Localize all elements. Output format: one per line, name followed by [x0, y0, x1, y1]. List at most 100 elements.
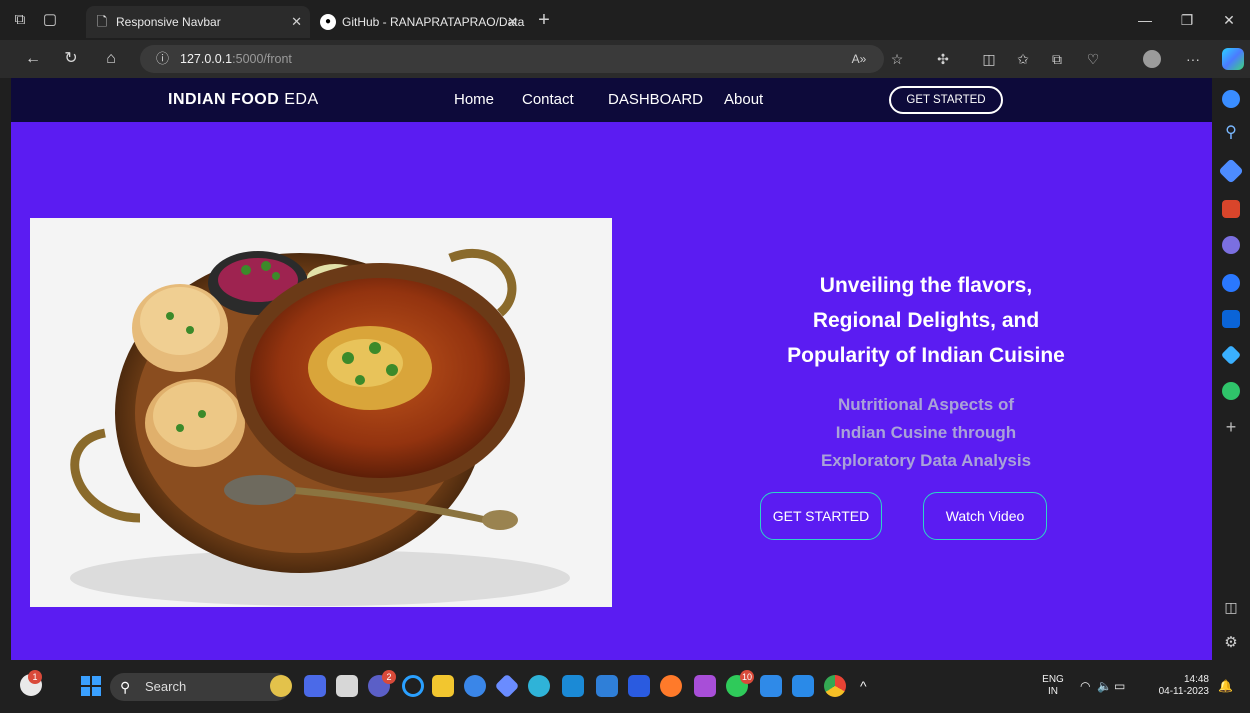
nav-dashboard-link[interactable]: DASHBOARD	[608, 78, 703, 122]
photos-icon[interactable]	[464, 675, 486, 697]
sidebar-settings-icon[interactable]: ⚙	[1222, 634, 1240, 652]
nav-home-link[interactable]: Home	[454, 78, 494, 122]
home-icon[interactable]: ⌂	[98, 47, 124, 71]
profile-avatar[interactable]	[1143, 50, 1161, 68]
tab-responsive-navbar[interactable]: 🗋 Responsive Navbar ✕	[86, 6, 310, 38]
vscode-icon[interactable]	[792, 675, 814, 697]
notifications-icon[interactable]	[1222, 90, 1240, 108]
hero-title-line: Unveiling the flavors,	[819, 274, 1033, 297]
site-navbar: INDIAN FOOD EDA Home Contact DASHBOARD A…	[11, 78, 1212, 122]
brand-light: EDA	[284, 91, 319, 108]
task-view-icon[interactable]	[336, 675, 358, 697]
hero-get-started-button[interactable]: GET STARTED	[760, 492, 882, 540]
close-tab-icon[interactable]: ✕	[507, 6, 518, 38]
page-icon: 🗋	[96, 14, 108, 29]
favorite-star-icon[interactable]: ☆	[884, 47, 910, 71]
show-hidden-icons[interactable]: ^	[860, 679, 867, 693]
taskbar-search[interactable]: ⚲ Search	[110, 673, 290, 701]
collections-icon[interactable]: ⧉	[1044, 47, 1070, 71]
language-indicator[interactable]: ENG IN	[1040, 674, 1066, 698]
github-icon: ●	[320, 14, 336, 30]
l-app-icon[interactable]	[596, 675, 618, 697]
games-icon[interactable]	[1222, 236, 1240, 254]
nav-about-link[interactable]: About	[724, 78, 763, 122]
tab-actions-icon[interactable]: ▢	[38, 8, 62, 32]
hero-food-image	[30, 218, 612, 607]
read-aloud-icon[interactable]: A»	[846, 47, 872, 71]
outlook-icon[interactable]	[1222, 310, 1240, 328]
nav-contact-link[interactable]: Contact	[522, 78, 574, 122]
back-icon[interactable]: ←	[20, 47, 46, 71]
store-icon[interactable]	[628, 675, 650, 697]
search-placeholder: Search	[145, 679, 187, 694]
bing-highlight-icon[interactable]	[270, 675, 292, 697]
firefox-icon[interactable]	[660, 675, 682, 697]
search-icon: ⚲	[120, 679, 131, 695]
volume-icon[interactable]: 🔈	[1097, 680, 1112, 692]
add-sidebar-app-icon[interactable]: +	[1222, 418, 1240, 436]
browser-toolbar: ← ↻ ⌂ ⓘ 127.0.0.1:5000/front A» ☆ ✣ ◫ ✩ …	[0, 40, 1250, 78]
search-icon[interactable]: ⚲	[1222, 124, 1240, 142]
copilot-app-icon[interactable]	[304, 675, 326, 697]
copilot-icon[interactable]	[1222, 48, 1244, 70]
close-window-icon[interactable]: ✕	[1214, 8, 1244, 32]
teams-badge: 2	[382, 670, 396, 684]
remote-desktop-icon[interactable]	[760, 675, 782, 697]
hero-subtitle-line: Indian Cusine through	[835, 423, 1017, 442]
site-info-icon[interactable]: ⓘ	[156, 45, 169, 73]
split-screen-icon[interactable]: ◫	[976, 47, 1002, 71]
hero-subtitle-line: Exploratory Data Analysis	[820, 451, 1032, 470]
whatsapp-badge: 10	[740, 670, 754, 684]
favorites-icon[interactable]: ✩	[1010, 47, 1036, 71]
language-bottom: IN	[1048, 686, 1058, 697]
app-icon[interactable]	[494, 673, 520, 699]
weather-badge: 1	[28, 670, 42, 684]
tab-title: GitHub - RANAPRATAPRAO/Data	[342, 15, 525, 29]
more-menu-icon[interactable]: ···	[1180, 47, 1206, 71]
refresh-icon[interactable]: ↻	[58, 47, 84, 71]
edge-sidebar: ⚲ + ◫ ⚙	[1212, 78, 1250, 660]
cortana-icon[interactable]	[402, 675, 424, 697]
tools-icon[interactable]	[1222, 200, 1240, 218]
url-path: :5000/front	[232, 52, 292, 66]
microsoft365-icon[interactable]	[1222, 274, 1240, 292]
performance-icon[interactable]: ♡	[1080, 47, 1106, 71]
clock-time: 14:48	[1183, 674, 1209, 685]
hero-title-line: Regional Delights, and	[812, 309, 1040, 332]
mail-icon[interactable]	[562, 675, 584, 697]
close-tab-icon[interactable]: ✕	[291, 6, 302, 38]
chrome-icon[interactable]	[824, 675, 846, 697]
new-tab-button[interactable]: +	[532, 8, 556, 32]
clock[interactable]: 14:48 04-11-2023	[1133, 674, 1209, 698]
shopping-icon[interactable]	[1218, 158, 1244, 184]
address-bar[interactable]: ⓘ 127.0.0.1:5000/front	[140, 45, 884, 73]
brand-bold: INDIAN FOOD	[168, 91, 280, 108]
drop-icon[interactable]	[1220, 344, 1242, 366]
clipchamp-icon[interactable]	[694, 675, 716, 697]
notification-bell-icon[interactable]: 🔔	[1218, 680, 1233, 692]
file-explorer-icon[interactable]	[432, 675, 454, 697]
language-top: ENG	[1042, 674, 1064, 685]
start-icon[interactable]	[80, 675, 102, 697]
watch-video-button[interactable]: Watch Video	[923, 492, 1047, 540]
designer-icon[interactable]	[1222, 382, 1240, 400]
extensions-icon[interactable]: ✣	[930, 47, 956, 71]
hero-title: Unveiling the flavors, Regional Delights…	[706, 268, 1146, 373]
battery-icon[interactable]: ▭	[1114, 680, 1125, 692]
nav-get-started-button[interactable]: GET STARTED	[889, 86, 1003, 114]
hero-title-line: Popularity of Indian Cuisine	[787, 344, 1065, 367]
windows-taskbar: 1 ⚲ Search 2 10 ^ ENG IN ◠ 🔈 ▭ 14:48 04-…	[0, 660, 1250, 713]
tab-github[interactable]: ● GitHub - RANAPRATAPRAO/Data ✕	[312, 6, 526, 38]
hero-text: Unveiling the flavors, Regional Delights…	[706, 268, 1146, 475]
browser-tab-bar: ⧉ ▢ 🗋 Responsive Navbar ✕ ● GitHub - RAN…	[0, 0, 1250, 40]
edge-icon[interactable]	[528, 675, 550, 697]
url-text: 127.0.0.1:5000/front	[180, 45, 292, 73]
hide-sidebar-icon[interactable]: ◫	[1222, 598, 1240, 616]
url-host: 127.0.0.1	[180, 52, 233, 66]
workspaces-icon[interactable]: ⧉	[8, 8, 32, 32]
site-brand[interactable]: INDIAN FOOD EDA	[168, 78, 319, 122]
restore-icon[interactable]: ❐	[1172, 8, 1202, 32]
wifi-icon[interactable]: ◠	[1080, 680, 1090, 692]
minimize-icon[interactable]: —	[1130, 8, 1160, 32]
web-page: INDIAN FOOD EDA Home Contact DASHBOARD A…	[11, 78, 1212, 660]
